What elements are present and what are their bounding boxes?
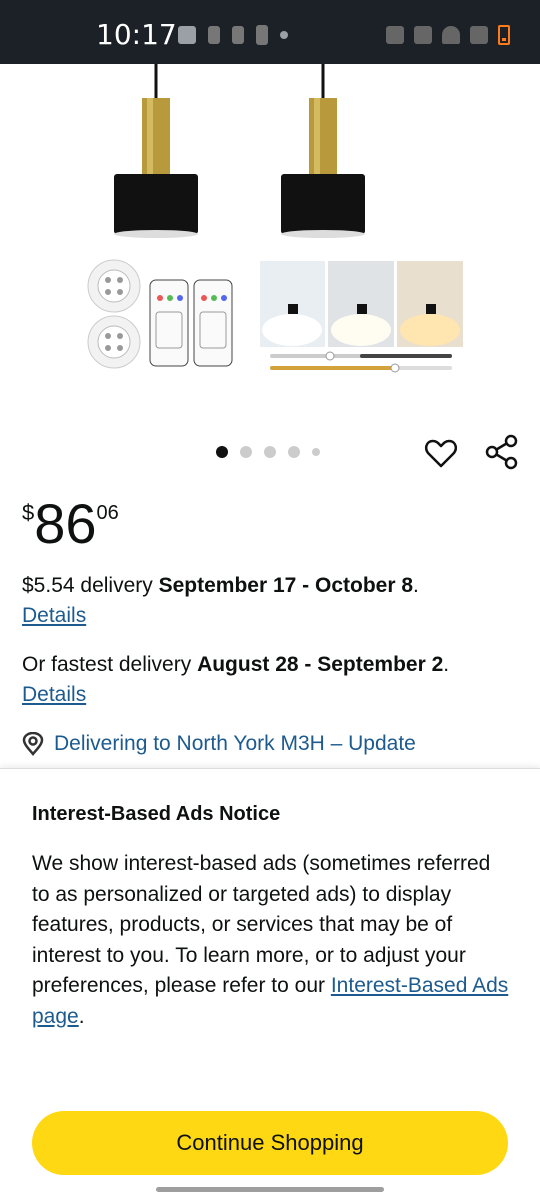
fastest-delivery-suffix: . <box>443 653 450 676</box>
status-time: 10:17 <box>96 18 177 51</box>
signal-icon <box>470 26 488 44</box>
share-icon[interactable] <box>484 434 520 470</box>
standard-delivery-dates: September 17 - October 8 <box>158 574 414 597</box>
app-notification-icon <box>232 26 244 44</box>
image-carousel-indicator <box>216 446 320 458</box>
delivery-location[interactable]: Delivering to North York M3H – Update <box>22 732 416 756</box>
standard-delivery-suffix: . <box>413 574 419 597</box>
system-icons <box>386 24 510 46</box>
product-photo <box>87 64 463 373</box>
location-pin-icon <box>22 732 44 756</box>
wifi-icon <box>442 26 460 44</box>
fastest-delivery: Or fastest delivery August 28 - Septembe… <box>22 653 449 677</box>
carousel-dot <box>216 446 228 458</box>
battery-icon <box>498 25 510 45</box>
delivery-location-text: Delivering to North York M3H – Update <box>54 732 416 755</box>
standard-delivery-prefix: $5.54 delivery <box>22 574 159 597</box>
notice-title: Interest-Based Ads Notice <box>32 803 281 825</box>
price-whole: 86 <box>34 492 97 555</box>
carousel-dot <box>264 446 276 458</box>
vibrate-icon <box>414 26 432 44</box>
battery-saver-icon <box>256 25 268 45</box>
fastest-delivery-prefix: Or fastest delivery <box>22 653 198 676</box>
nfc-icon <box>386 26 404 44</box>
gesture-home-bar[interactable] <box>156 1187 384 1192</box>
carousel-dot <box>288 446 300 458</box>
heart-icon[interactable] <box>424 436 458 470</box>
product-price: $ 86 06 <box>22 494 119 554</box>
notification-icons <box>178 24 288 46</box>
standard-delivery: $5.54 delivery September 17 - October 8. <box>22 574 419 598</box>
notice-body: We show interest-based ads (sometimes re… <box>32 849 512 1032</box>
status-bar: 10:17 <box>0 0 540 64</box>
app-notification-icon <box>208 26 220 44</box>
more-notifications-dot-icon <box>280 31 288 39</box>
carousel-dot <box>312 448 320 456</box>
fastest-delivery-dates: August 28 - September 2 <box>197 653 444 676</box>
youtube-icon <box>178 26 196 44</box>
price-fraction: 06 <box>96 502 119 524</box>
notice-body-end: . <box>78 1004 85 1028</box>
product-image[interactable] <box>0 64 540 404</box>
delivery-details-link[interactable]: Details <box>22 604 86 628</box>
continue-shopping-button[interactable]: Continue Shopping <box>32 1111 508 1175</box>
carousel-dot <box>240 446 252 458</box>
interest-ads-notice-sheet: Interest-Based Ads Notice We show intere… <box>0 768 540 1201</box>
price-currency: $ <box>22 500 35 525</box>
fastest-details-link[interactable]: Details <box>22 683 86 707</box>
